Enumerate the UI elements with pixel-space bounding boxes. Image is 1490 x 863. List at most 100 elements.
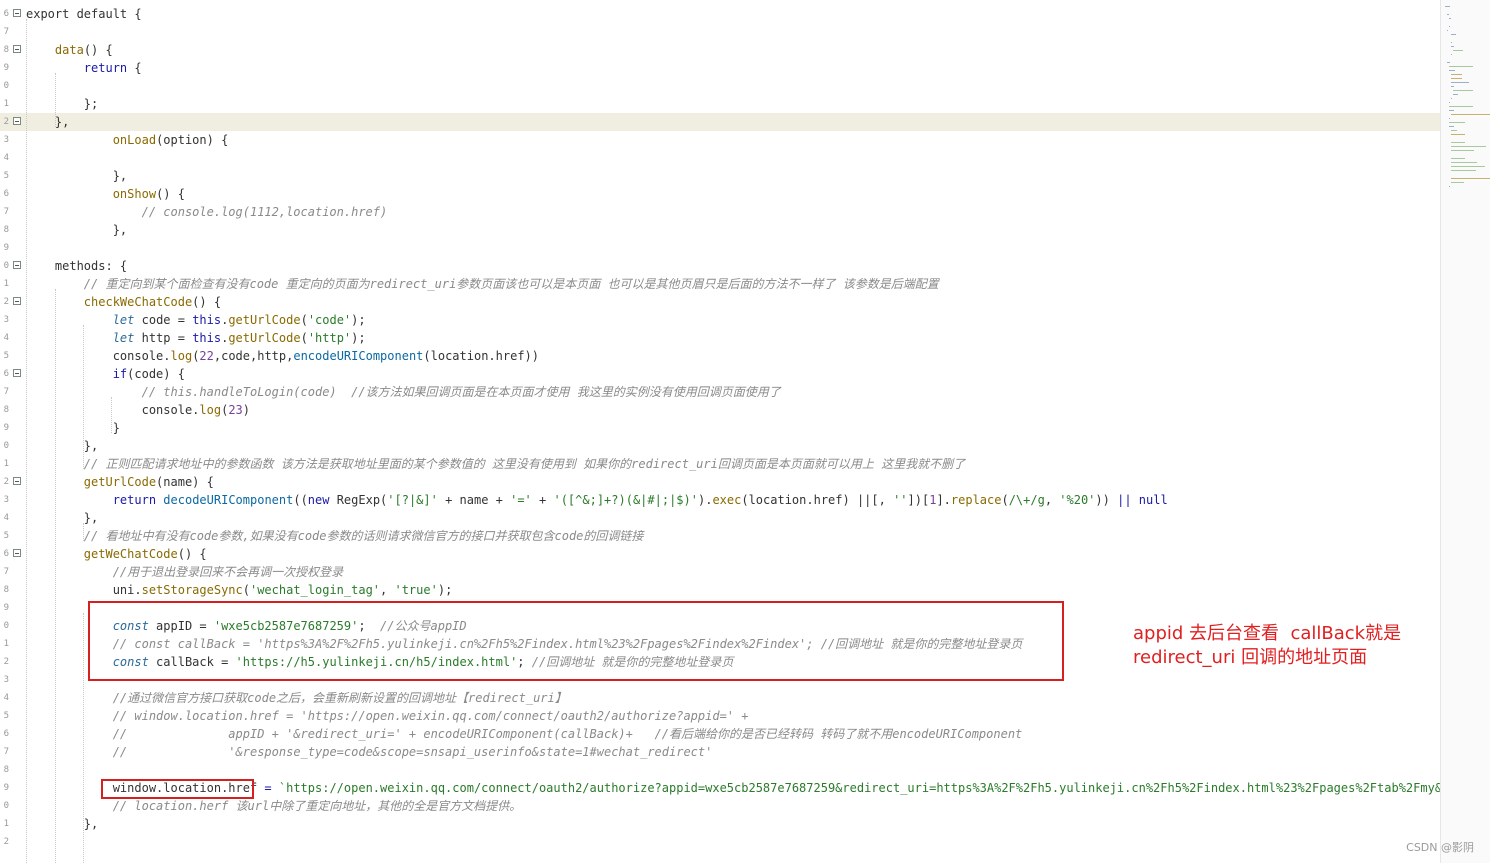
code-line[interactable]: 1 // 重定向到某个面检查有没有code 重定向的页面为redirect_ur…: [0, 275, 1440, 293]
code-token: //用于退出登录回来不会再调一次授权登录: [112, 565, 344, 579]
code-line[interactable]: 7 // this.handleToLogin(code) //该方法如果回调页…: [0, 383, 1440, 401]
code-line[interactable]: 4 let http = this.getUrlCode('http');: [0, 329, 1440, 347]
code-text: let code = this.getUrlCode('code');: [26, 311, 366, 329]
fold-toggle-icon[interactable]: [13, 369, 21, 377]
line-number: 0: [3, 801, 9, 811]
code-line[interactable]: 8 uni.setStorageSync('wechat_login_tag',…: [0, 581, 1440, 599]
line-number: 5: [3, 531, 9, 541]
code-text: // window.location.href = 'https://open.…: [26, 707, 749, 725]
fold-toggle-icon[interactable]: [13, 549, 21, 557]
code-token: new: [307, 493, 330, 507]
code-line[interactable]: 6 onShow() {: [0, 185, 1440, 203]
code-line[interactable]: 2: [0, 833, 1440, 851]
csdn-watermark: CSDN @影阴: [1406, 841, 1474, 854]
minimap-line: [1449, 126, 1455, 127]
code-text: export default {: [26, 5, 142, 23]
code-line[interactable]: 3 return decodeURIComponent((new RegExp(…: [0, 491, 1440, 509]
line-number: 2: [3, 837, 9, 847]
code-token: {: [127, 61, 142, 75]
fold-toggle-icon[interactable]: [13, 45, 21, 53]
code-line[interactable]: 1 // 正则匹配请求地址中的参数函数 该方法是获取地址里面的某个参数值的 这里…: [0, 455, 1440, 473]
code-token: () {: [177, 547, 207, 561]
code-line[interactable]: 8 console.log(23): [0, 401, 1440, 419]
line-number: 6: [3, 189, 9, 199]
code-text: // console.log(1112,location.href): [26, 203, 388, 221]
code-line[interactable]: 9 }: [0, 419, 1440, 437]
code-line[interactable]: 0: [0, 77, 1440, 95]
code-line[interactable]: 5 },: [0, 167, 1440, 185]
code-token: export default {: [26, 7, 142, 21]
code-text: onShow() {: [26, 185, 185, 203]
code-line[interactable]: 1 },: [0, 815, 1440, 833]
code-token: 'code': [307, 313, 352, 327]
code-line[interactable]: 6 if(code) {: [0, 365, 1440, 383]
code-line[interactable]: 6 export default {: [0, 5, 1440, 23]
code-line[interactable]: 2 checkWeChatCode() {: [0, 293, 1440, 311]
code-token: http =: [134, 331, 193, 345]
line-number: 6: [3, 729, 9, 739]
line-number: 1: [3, 639, 9, 649]
fold-toggle-icon[interactable]: [13, 261, 21, 269]
minimap-line: [1451, 150, 1474, 151]
code-minimap[interactable]: [1440, 0, 1490, 863]
code-token: replace: [950, 493, 1002, 507]
code-token: ||: [1117, 493, 1132, 507]
fold-toggle-icon[interactable]: [13, 297, 21, 305]
code-token: '%20': [1059, 493, 1096, 507]
code-line[interactable]: 4 //通过微信官方接口获取code之后，会重新刷新设置的回调地址【redire…: [0, 689, 1440, 707]
code-text: console.log(23): [26, 401, 250, 419]
code-token: RegExp(: [329, 493, 388, 507]
line-number: 9: [3, 243, 9, 253]
minimap-line: [1447, 62, 1450, 63]
code-line[interactable]: 0 methods: {: [0, 257, 1440, 275]
code-line[interactable]: 4: [0, 149, 1440, 167]
code-line[interactable]: 8 },: [0, 221, 1440, 239]
code-line[interactable]: 7: [0, 23, 1440, 41]
code-line[interactable]: 8 data() {: [0, 41, 1440, 59]
fold-toggle-icon[interactable]: [13, 9, 21, 17]
code-line[interactable]: 2 getUrlCode(name) {: [0, 473, 1440, 491]
code-line[interactable]: 0 },: [0, 437, 1440, 455]
code-token: },: [26, 115, 70, 129]
code-token: exec: [712, 493, 742, 507]
code-line[interactable]: 6 getWeChatCode() {: [0, 545, 1440, 563]
code-token: ): [242, 403, 250, 417]
code-token: // console.log(1112,location.href): [141, 205, 388, 219]
code-line[interactable]: 7 // '&response_type=code&scope=snsapi_u…: [0, 743, 1440, 761]
code-token: ((: [293, 493, 308, 507]
code-editor[interactable]: 6 export default {7 8 data() {9 return {0 1…: [0, 0, 1440, 863]
code-line[interactable]: 5 console.log(22,code,http,encodeURIComp…: [0, 347, 1440, 365]
minimap-line: [1453, 90, 1473, 91]
code-line[interactable]: 1 };: [0, 95, 1440, 113]
code-line[interactable]: 0 // location.herf 该url中除了重定向地址，其他的全是官方文…: [0, 797, 1440, 815]
minimap-line: [1453, 50, 1464, 51]
code-token: () {: [83, 43, 113, 57]
code-line[interactable]: 2 },: [0, 113, 1440, 131]
code-line[interactable]: 5 // 看地址中有没有code参数,如果没有code参数的话则请求微信官方的接…: [0, 527, 1440, 545]
code-token: }: [26, 421, 120, 435]
code-line[interactable]: 7 // console.log(1112,location.href): [0, 203, 1440, 221]
annotation-note: appid 去后台查看 callBack就是 redirect_uri 回调的地…: [1133, 623, 1402, 668]
fold-toggle-icon[interactable]: [13, 477, 21, 485]
line-number: 9: [3, 603, 9, 613]
code-line[interactable]: 7 //用于退出登录回来不会再调一次授权登录: [0, 563, 1440, 581]
code-line[interactable]: 9 return {: [0, 59, 1440, 77]
line-number: 0: [3, 441, 9, 451]
code-token: ])[: [907, 493, 930, 507]
code-line[interactable]: 3 let code = this.getUrlCode('code');: [0, 311, 1440, 329]
code-line[interactable]: 4 },: [0, 509, 1440, 527]
code-line[interactable]: 3 onLoad(option) {: [0, 131, 1440, 149]
code-line[interactable]: 9: [0, 239, 1440, 257]
code-line[interactable]: 6 // appID + '&redirect_uri=' + encodeUR…: [0, 725, 1440, 743]
indent-guide: [111, 397, 112, 433]
minimap-line: [1451, 82, 1469, 83]
code-line[interactable]: 5 // window.location.href = 'https://ope…: [0, 707, 1440, 725]
fold-toggle-icon[interactable]: [13, 117, 21, 125]
code-line[interactable]: 8: [0, 761, 1440, 779]
code-token: 'http': [307, 331, 352, 345]
code-token: (location.href) ||[,: [741, 493, 894, 507]
